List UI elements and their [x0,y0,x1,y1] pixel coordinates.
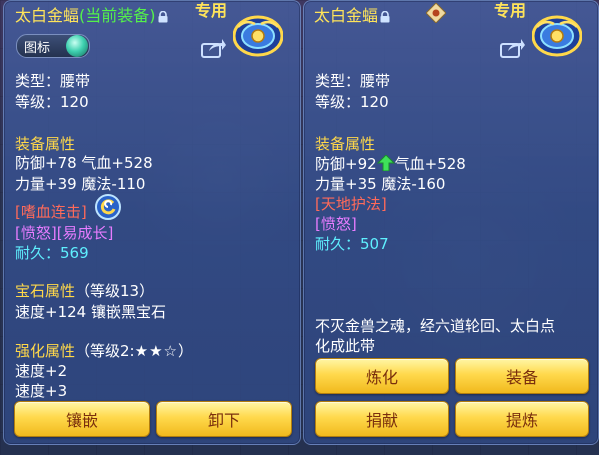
share-icon[interactable] [500,38,526,58]
special-skill: [嗜血连击] [15,203,87,221]
durability-line: 耐久：507 [315,234,389,254]
gem-line: 速度+124 镶嵌黑宝石 [15,303,166,321]
enhance-stars: ★★☆ [134,342,178,360]
item-title: 太白金蝠 [314,2,390,26]
up-arrow-icon [376,154,395,172]
belt-item-icon [232,15,284,57]
icon-toggle-badge[interactable]: 图标 [16,34,90,58]
lock-icon [380,8,390,23]
exclusive-label: 专用 [494,1,527,20]
exclusive-label: 专用 [195,1,228,20]
effect-tags: [愤怒][易成长] [15,224,114,242]
type-line: 类型：腰带 [315,72,391,90]
unequip-button[interactable]: 卸下 [156,401,292,437]
stat-hp: 气血+528 [394,155,466,173]
attr-header: 装备属性 [15,135,76,153]
durability-label: 耐久： [15,244,61,262]
durability-value: 569 [60,244,89,262]
inlay-button[interactable]: 镶嵌 [14,401,150,437]
enhance-level: （等级2: [75,342,135,360]
refine-button[interactable]: 炼化 [315,358,449,394]
enhance-close: ） [177,342,193,360]
level-line: 等级：120 [315,93,389,111]
item-name: 太白金蝠 [314,6,379,25]
enhance-line-1: 速度+2 [15,362,68,380]
durability-label: 耐久： [315,235,361,253]
skill-swirl-icon[interactable] [95,194,121,220]
stat-line-1: 防御+92 气血+528 [315,153,466,174]
compare-equipment-panel: 太白金蝠 专用 类型：腰带 等级：120 装备属性 防御+92 气血+528 力量… [303,0,599,445]
description-line-1: 不灭金兽之魂，经六道轮回、太白点 [315,317,556,335]
special-skill: [天地护法] [315,195,387,213]
enhance-header: 强化属性（等级2:★★☆） [15,341,193,361]
item-name: 太白金蝠 [15,6,80,25]
equipped-status: (当前装备) [79,6,156,25]
equip-button[interactable]: 装备 [455,358,589,394]
enhance-header-label: 强化属性 [15,342,76,360]
attr-header: 装备属性 [315,135,376,153]
share-icon[interactable] [201,38,227,58]
current-equipment-panel: 太白金蝠(当前装备) 专用 图标 类型：腰带 等级：120 装备属性 防御+78… [3,0,301,445]
description-line-2: 化成此带 [315,337,376,355]
extract-button[interactable]: 提炼 [455,401,589,437]
stat-defense: 防御+92 [315,155,377,173]
seal-icon [425,2,447,24]
belt-item-icon [531,15,583,57]
durability-line: 耐久：569 [15,243,89,263]
enhance-line-2: 速度+3 [15,382,68,400]
gem-header: 宝石属性（等级13） [15,281,154,301]
stat-line-1: 防御+78 气血+528 [15,154,153,172]
type-line: 类型：腰带 [15,72,91,90]
effect-tags: [愤怒] [315,215,357,233]
donate-button[interactable]: 捐献 [315,401,449,437]
orb-icon [66,35,88,57]
item-title: 太白金蝠(当前装备) [15,2,168,26]
gem-level: （等级13） [75,282,155,300]
lock-icon [158,8,168,23]
level-line: 等级：120 [15,93,89,111]
stat-line-2: 力量+39 魔法-110 [15,175,146,193]
badge-label: 图标 [24,41,51,56]
gem-header-label: 宝石属性 [15,282,76,300]
stat-line-2: 力量+35 魔法-160 [315,175,446,193]
durability-value: 507 [360,235,389,253]
